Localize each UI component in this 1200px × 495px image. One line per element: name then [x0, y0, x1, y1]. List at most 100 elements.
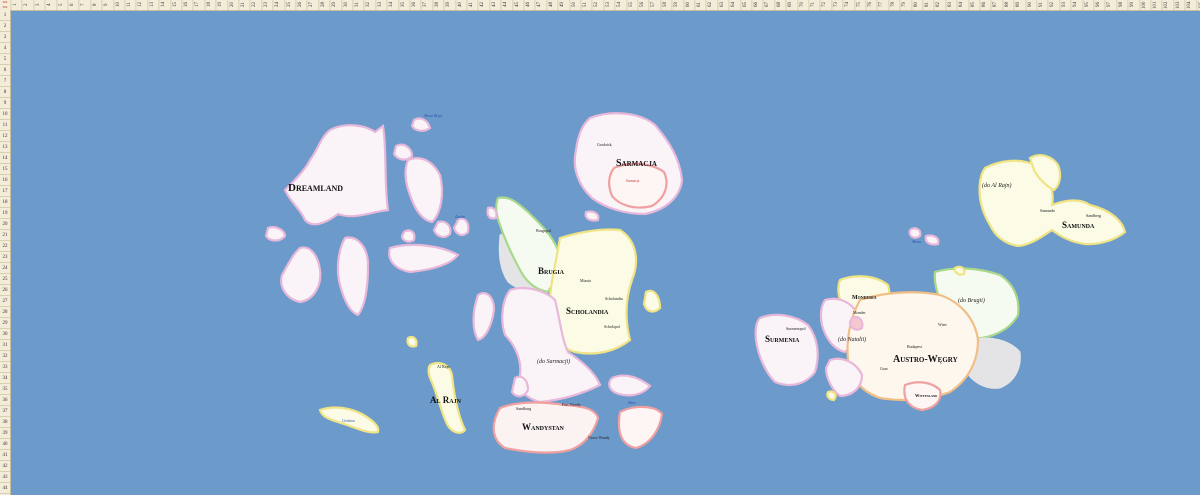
ruler-row-label: 23	[0, 252, 10, 263]
ruler-column-label: 32	[363, 0, 375, 10]
ruler-row-label: 44	[0, 483, 10, 494]
ruler-column-label: 20	[226, 0, 238, 10]
ruler-row-label: 25	[0, 274, 10, 285]
ruler-column-label: 3	[32, 0, 45, 10]
ruler-column-label: 36	[409, 0, 421, 10]
country-label-wandystan: Wandystan	[522, 422, 565, 432]
ruler-column-label: 55	[625, 0, 637, 10]
ruler-column-label: 96	[1093, 0, 1105, 10]
ruler-row-label: 26	[0, 285, 10, 296]
ruler-column-label: 57	[648, 0, 660, 10]
ruler-column-label: 76	[865, 0, 877, 10]
ruler-column-label: 75	[853, 0, 865, 10]
ruler-row-label: 6	[0, 65, 10, 76]
ruler-column-label: 84	[956, 0, 968, 10]
ruler-row-label: 13	[0, 142, 10, 153]
ruler-column-label: 21	[238, 0, 250, 10]
ruler-column-label: 104	[1184, 0, 1196, 10]
ruler-column-label: 85	[967, 0, 979, 10]
ruler-column-label: 16	[181, 0, 193, 10]
ruler-column-label: 79	[899, 0, 911, 10]
country-label-monderia: Monderia	[852, 295, 877, 301]
ruler-column-label: 40	[454, 0, 466, 10]
ruler-column-label: 10	[112, 0, 124, 10]
ruler-column-label: 1	[10, 0, 22, 10]
ruler-row-label: 21	[0, 230, 10, 241]
country-label-scholandia: Scholandia	[566, 306, 609, 316]
city-label: Graz	[880, 366, 888, 371]
ruler-column-label: 49	[557, 0, 569, 10]
ruler-column-label: 72	[819, 0, 831, 10]
ruler-column-label: 86	[979, 0, 991, 10]
city-label: Nowe Wandy	[588, 435, 610, 440]
ruler-column-label: 50	[568, 0, 580, 10]
ruler-column-label: 60	[682, 0, 694, 10]
ruler-column-label: 44	[500, 0, 512, 10]
ruler-corner-bottom: XX	[2, 5, 8, 9]
city-label: Grodzisk	[597, 142, 612, 147]
ruler-row-label: 36	[0, 395, 10, 406]
world-map: Dreamland Sarmacja Brugia Scholandia Wan…	[0, 0, 1200, 495]
city-label: Surmenopol	[786, 326, 806, 331]
country-label-sarmacja: Sarmacja	[616, 158, 657, 169]
water-label: Morze	[911, 240, 922, 244]
country-label-al-rajn: Al Rajn	[430, 395, 462, 405]
ruler-row-label: 1	[0, 10, 10, 21]
ruler-row-label: 42	[0, 461, 10, 472]
ruler-column-label: 93	[1058, 0, 1071, 10]
ruler-column-label: 6	[67, 0, 79, 10]
ruler-column-label: 46	[523, 0, 535, 10]
ruler-column-label: 28	[317, 0, 330, 10]
ruler-row-label: 24	[0, 263, 10, 274]
ruler-column-label: 52	[591, 0, 603, 10]
ruler-column-label: 51	[580, 0, 592, 10]
ruler-column-label: 23	[260, 0, 273, 10]
ruler-row-label: 30	[0, 329, 10, 340]
ruler-column-label: 7	[78, 0, 90, 10]
ruler-row-label: 7	[0, 76, 10, 87]
dreamland-land	[264, 117, 470, 317]
ruler-row-label: 31	[0, 340, 10, 351]
ruler-column-label: 101	[1150, 0, 1162, 10]
ruler-column-label: 80	[910, 0, 922, 10]
ruler-column-label: 17	[192, 0, 204, 10]
ruler-row-label: 2	[0, 21, 10, 32]
ruler-column-label: 68	[773, 0, 786, 10]
ruler-column-label: 37	[420, 0, 432, 10]
ruler-column-label: 58	[659, 0, 672, 10]
ruler-column-label: 33	[374, 0, 387, 10]
ruler-column-label: 64	[728, 0, 740, 10]
ruler-column-label: 27	[306, 0, 318, 10]
ruler-column-label: 38	[431, 0, 444, 10]
ruler-column-label: 70	[796, 0, 808, 10]
ruler-column-label: 19	[215, 0, 227, 10]
ruler-row-label: 15	[0, 164, 10, 175]
ruler-row-label: 3	[0, 32, 10, 43]
ruler-column-label: 98	[1115, 0, 1128, 10]
city-label: Miasto	[580, 278, 591, 283]
water-label: Cieśnina	[342, 419, 355, 423]
ruler-column-label: 61	[694, 0, 706, 10]
city-label: Scholandia	[605, 296, 623, 301]
water-label: Mare	[627, 401, 636, 405]
city-label: Brugopol	[536, 228, 552, 233]
ruler-column-label: 4	[44, 0, 56, 10]
ruler-column-label: 2	[21, 0, 33, 10]
occupied-label-brugii: (do Brugii)	[958, 297, 985, 304]
map-canvas: Dreamland Sarmacja Brugia Scholandia Wan…	[264, 112, 1127, 454]
ruler-column-label: 105	[1195, 0, 1200, 10]
ruler-column-label: 43	[488, 0, 501, 10]
ruler-row-label: 22	[0, 241, 10, 252]
ruler-column-label: 48	[545, 0, 558, 10]
ruler-column-label: 31	[352, 0, 364, 10]
ruler-row-label: 28	[0, 307, 10, 318]
ruler-column-label: 5	[55, 0, 67, 10]
city-label: Sarmacja	[626, 179, 640, 183]
occupied-label-al-rajn: (do Al Rajn)	[982, 182, 1012, 189]
country-label-dreamland: Dreamland	[288, 182, 343, 194]
city-label: Scholopol	[604, 324, 621, 329]
ruler-column-label: 63	[716, 0, 729, 10]
ruler-row-label: 33	[0, 362, 10, 373]
ruler-column-label: 78	[887, 0, 900, 10]
ruler-corner: XX XX	[0, 0, 10, 10]
